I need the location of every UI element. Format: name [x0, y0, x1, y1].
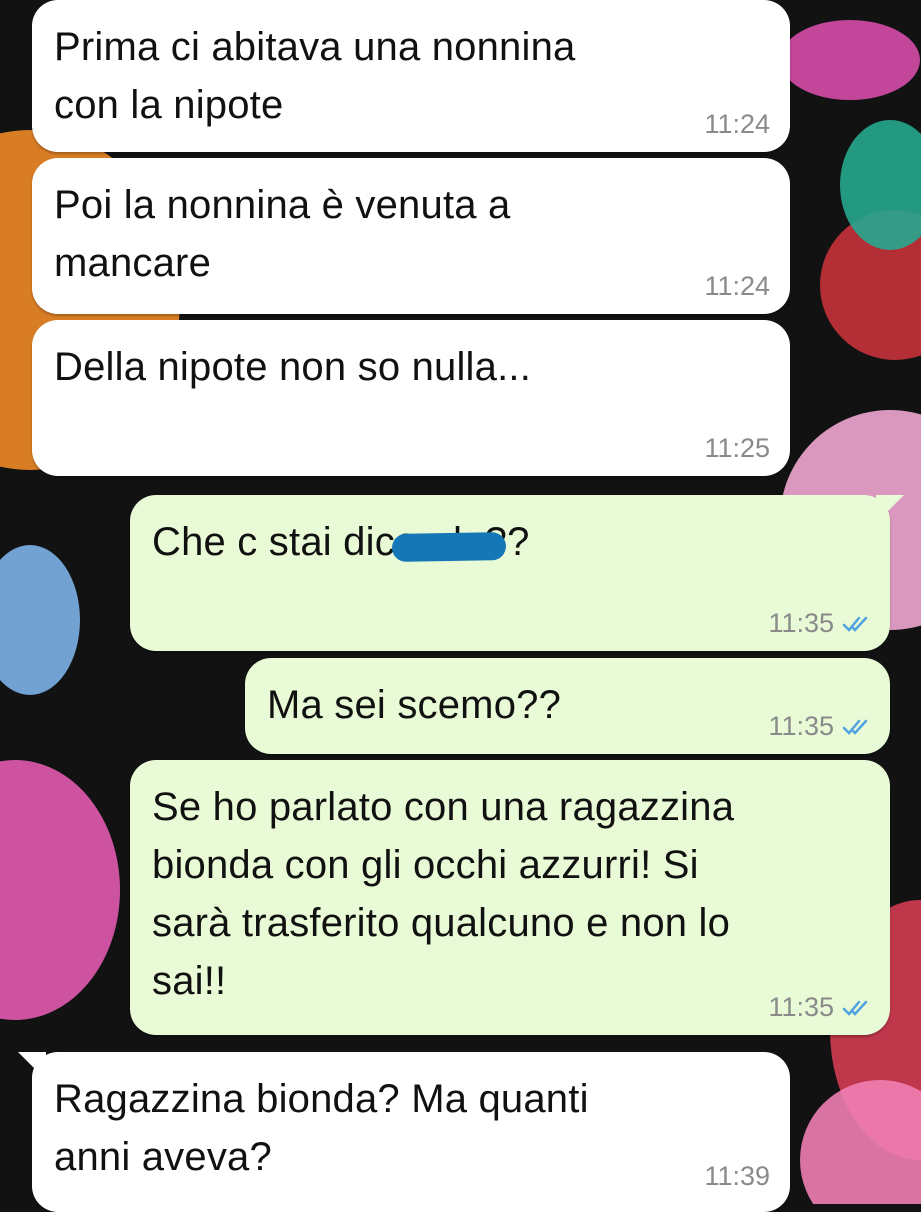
message-meta: 11:24 — [704, 111, 770, 138]
message-text: Della nipote non so nulla... — [54, 345, 532, 389]
message-text: Prima ci abitava una nonnina con la nipo… — [54, 25, 576, 127]
bubble-tail — [876, 495, 904, 523]
double-check-icon — [842, 1000, 868, 1016]
message-bubble-outgoing[interactable]: Se ho parlato con una ragazzina bionda c… — [130, 760, 890, 1035]
message-time: 11:35 — [768, 711, 834, 741]
censor-scribble — [391, 532, 507, 562]
message-time: 11:35 — [768, 992, 834, 1022]
message-bubble-outgoing[interactable]: Ma sei scemo?? 11:35 — [245, 658, 890, 754]
message-meta: 11:35 — [768, 610, 870, 637]
message-bubble-incoming[interactable]: Poi la nonnina è venuta a mancare 11:24 — [32, 158, 790, 314]
message-text: Se ho parlato con una ragazzina bionda c… — [152, 785, 735, 1003]
message-time: 11:39 — [704, 1161, 770, 1191]
message-meta: 11:24 — [704, 273, 770, 300]
message-time: 11:24 — [704, 109, 770, 139]
message-bubble-incoming[interactable]: Della nipote non so nulla... 11:25 — [32, 320, 790, 476]
message-meta: 11:39 — [704, 1163, 770, 1190]
message-meta: 11:35 — [768, 994, 870, 1021]
double-check-icon — [842, 719, 868, 735]
message-text: Poi la nonnina è venuta a mancare — [54, 183, 511, 285]
message-bubble-incoming[interactable]: Prima ci abitava una nonnina con la nipo… — [32, 0, 790, 152]
message-time: 11:35 — [768, 608, 834, 638]
double-check-icon — [842, 616, 868, 632]
bubble-tail — [18, 1052, 46, 1080]
message-time: 11:25 — [704, 433, 770, 463]
chat-thread: Prima ci abitava una nonnina con la nipo… — [0, 0, 921, 1212]
message-text: Ma sei scemo?? — [267, 683, 562, 727]
message-bubble-incoming[interactable]: Ragazzina bionda? Ma quanti anni aveva? … — [18, 1052, 790, 1212]
message-meta: 11:25 — [704, 435, 770, 462]
message-text: Ragazzina bionda? Ma quanti anni aveva? — [54, 1077, 589, 1179]
message-bubble-outgoing[interactable]: Che c⁠⁠⁠⁠⁠⁠⁠⁠⁠⁠ stai dicendo?? 11:35 — [130, 495, 904, 651]
message-time: 11:24 — [704, 271, 770, 301]
message-meta: 11:35 — [768, 713, 870, 740]
